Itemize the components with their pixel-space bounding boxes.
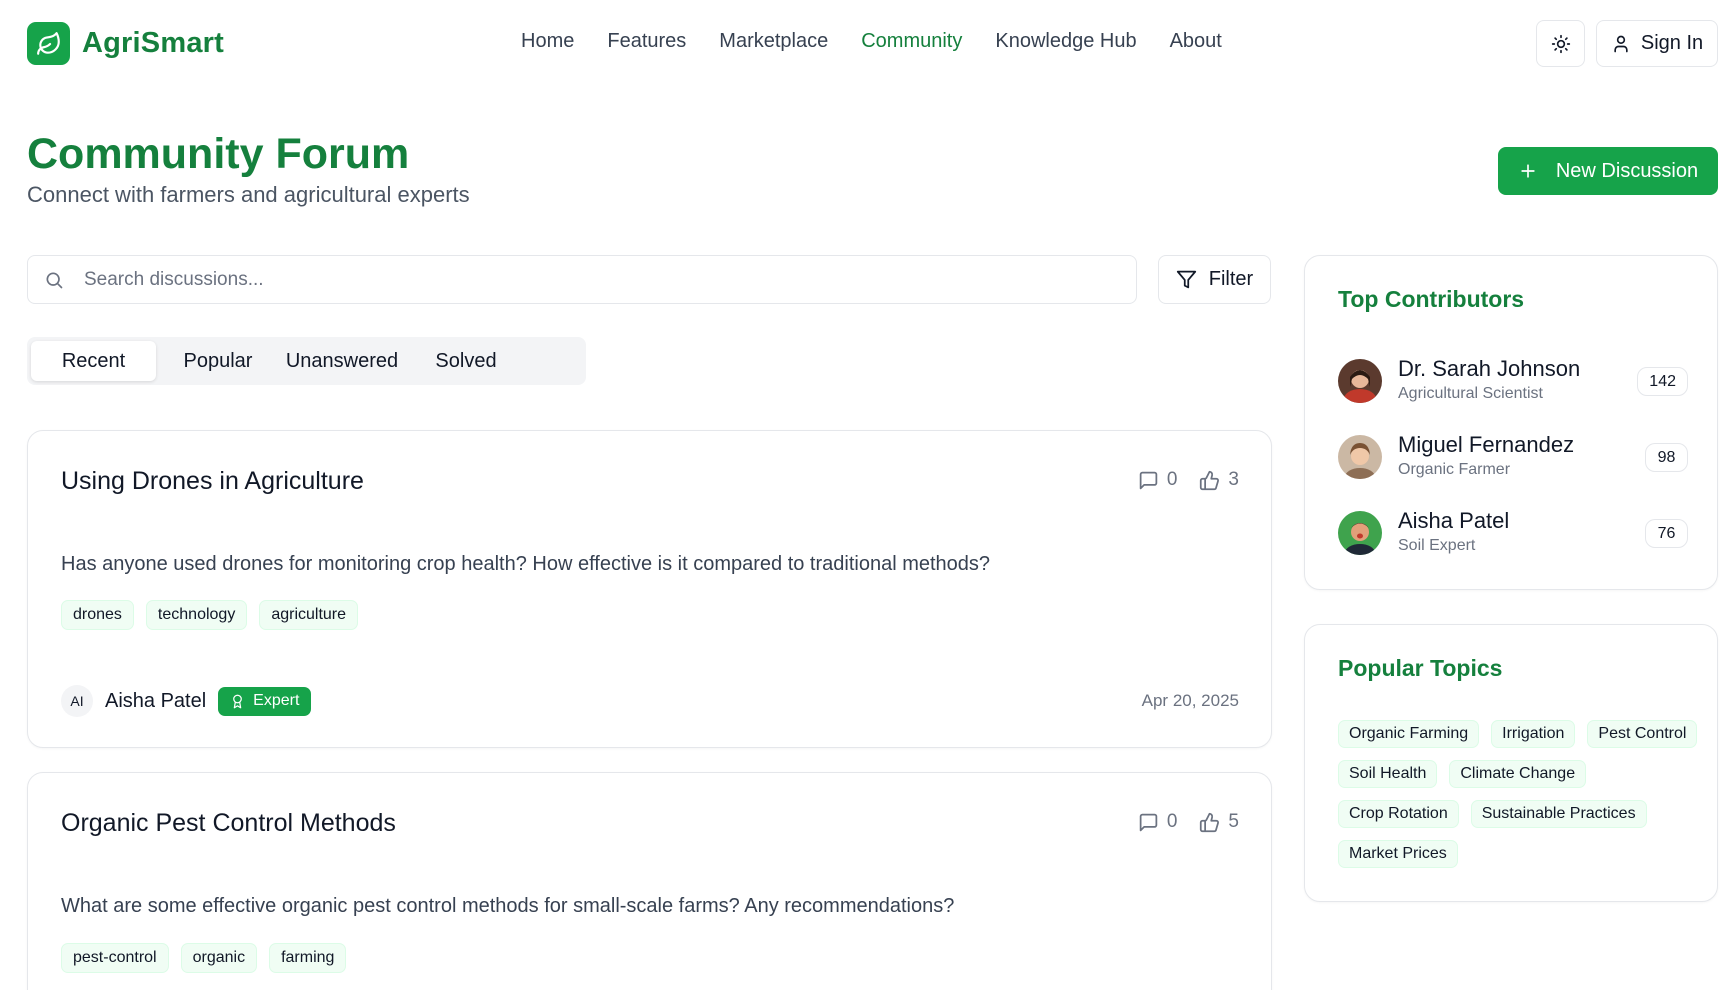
avatar (1338, 511, 1382, 555)
post-body: What are some effective organic pest con… (61, 895, 955, 917)
topic-tag[interactable]: Market Prices (1338, 840, 1458, 868)
brand-name: AgriSmart (82, 27, 224, 59)
contributor-item[interactable]: Aisha Patel Soil Expert 76 (1338, 508, 1688, 558)
discussion-card[interactable]: Using Drones in Agriculture 0 3 Has anyo… (27, 430, 1272, 748)
topic-tag[interactable]: Soil Health (1338, 760, 1438, 788)
topic-tag[interactable]: Climate Change (1449, 760, 1587, 788)
tab-unanswered[interactable]: Unanswered (280, 341, 404, 381)
thumbs-up-icon (1200, 812, 1220, 832)
nav-home[interactable]: Home (521, 30, 574, 53)
discussion-card[interactable]: Organic Pest Control Methods 0 5 What ar… (27, 772, 1272, 990)
avatar (1338, 359, 1382, 403)
popular-topics-card: Popular Topics Organic Farming Irrigatio… (1304, 624, 1718, 902)
contribution-count: 76 (1645, 519, 1688, 548)
topics-title: Popular Topics (1338, 655, 1503, 681)
post-tags: drones technology agriculture (61, 600, 359, 630)
nav-community[interactable]: Community (861, 30, 962, 53)
tag[interactable]: drones (61, 600, 134, 630)
tab-popular[interactable]: Popular (156, 341, 280, 381)
comment-count-value: 0 (1166, 811, 1178, 832)
post-stats: 0 3 (1138, 469, 1239, 491)
like-count-value: 3 (1228, 469, 1239, 490)
tag[interactable]: farming (269, 943, 347, 973)
contributor-name: Dr. Sarah Johnson (1398, 356, 1581, 381)
like-count[interactable]: 3 (1199, 469, 1239, 491)
comment-count: 0 (1138, 811, 1178, 833)
sign-in-label: Sign In (1640, 32, 1704, 54)
expert-badge-label: Expert (253, 692, 300, 709)
post-date: Apr 20, 2025 (1141, 691, 1239, 710)
topic-tag[interactable]: Pest Control (1587, 720, 1698, 748)
search-input[interactable] (84, 268, 1084, 291)
post-title[interactable]: Organic Pest Control Methods (61, 809, 396, 838)
avatar: AI (61, 685, 93, 717)
topic-tag[interactable]: Irrigation (1491, 720, 1576, 748)
tag[interactable]: technology (145, 600, 248, 630)
tag[interactable]: pest-control (61, 943, 169, 973)
like-count-value: 5 (1228, 811, 1239, 832)
new-discussion-label: New Discussion (1555, 159, 1699, 182)
topic-tag[interactable]: Crop Rotation (1338, 800, 1459, 828)
post-author: AI Aisha Patel Expert (61, 685, 312, 717)
post-tags: pest-control organic farming (61, 943, 347, 973)
contribution-count: 98 (1645, 443, 1688, 472)
search-bar (27, 255, 1137, 304)
like-count[interactable]: 5 (1199, 811, 1239, 833)
sign-in-button[interactable]: Sign In (1596, 20, 1718, 67)
expert-badge: Expert (218, 686, 312, 716)
contributor-item[interactable]: Miguel Fernandez Organic Farmer 98 (1338, 432, 1688, 482)
tab-recent[interactable]: Recent (31, 341, 156, 381)
main-nav: Home Features Marketplace Community Know… (521, 30, 1222, 53)
sun-icon (1551, 34, 1570, 53)
comment-icon (1139, 813, 1158, 831)
filter-icon (1176, 270, 1196, 289)
topic-tag[interactable]: Organic Farming (1338, 720, 1480, 748)
site-header: AgriSmart Home Features Marketplace Comm… (0, 0, 1736, 86)
plus-icon (1521, 164, 1535, 178)
tab-solved[interactable]: Solved (404, 341, 528, 381)
contributor-role: Soil Expert (1398, 537, 1476, 554)
contribution-count: 142 (1637, 367, 1688, 396)
post-body: Has anyone used drones for monitoring cr… (61, 553, 991, 575)
page-title: Community Forum (27, 130, 410, 178)
user-icon (1614, 35, 1628, 52)
nav-marketplace[interactable]: Marketplace (719, 30, 828, 53)
award-icon (233, 694, 243, 708)
topic-list: Organic Farming Irrigation Pest Control … (1338, 720, 1698, 868)
contributor-name: Miguel Fernandez (1398, 432, 1575, 457)
nav-features[interactable]: Features (607, 30, 686, 53)
comment-count: 0 (1138, 469, 1178, 491)
theme-toggle-button[interactable] (1536, 20, 1585, 67)
contributor-item[interactable]: Dr. Sarah Johnson Agricultural Scientist… (1338, 356, 1688, 406)
filter-label: Filter (1208, 268, 1254, 290)
search-icon (46, 272, 63, 288)
contributor-role: Agricultural Scientist (1398, 385, 1543, 402)
nav-about[interactable]: About (1170, 30, 1222, 53)
new-discussion-button[interactable]: New Discussion (1498, 147, 1718, 195)
comment-count-value: 0 (1166, 469, 1178, 490)
topic-tag[interactable]: Sustainable Practices (1470, 800, 1647, 828)
brand-logo[interactable]: AgriSmart (27, 22, 224, 65)
contributors-title: Top Contributors (1338, 286, 1525, 312)
avatar (1338, 435, 1382, 479)
comment-icon (1139, 471, 1158, 489)
page-subtitle: Connect with farmers and agricultural ex… (27, 182, 470, 207)
nav-knowledge-hub[interactable]: Knowledge Hub (995, 30, 1136, 53)
post-title[interactable]: Using Drones in Agriculture (61, 467, 364, 496)
post-stats: 0 5 (1138, 811, 1239, 833)
contributor-role: Organic Farmer (1398, 461, 1511, 478)
thumbs-up-icon (1200, 470, 1220, 490)
tag[interactable]: agriculture (259, 600, 359, 630)
discussion-tabs: Recent Popular Unanswered Solved (27, 337, 586, 385)
leaf-icon (27, 22, 70, 65)
contributor-name: Aisha Patel (1398, 508, 1510, 533)
author-name[interactable]: Aisha Patel (105, 690, 206, 713)
tag[interactable]: organic (180, 943, 258, 973)
top-contributors-card: Top Contributors Dr. Sarah Johnson Agric… (1304, 255, 1718, 590)
filter-button[interactable]: Filter (1158, 255, 1271, 304)
